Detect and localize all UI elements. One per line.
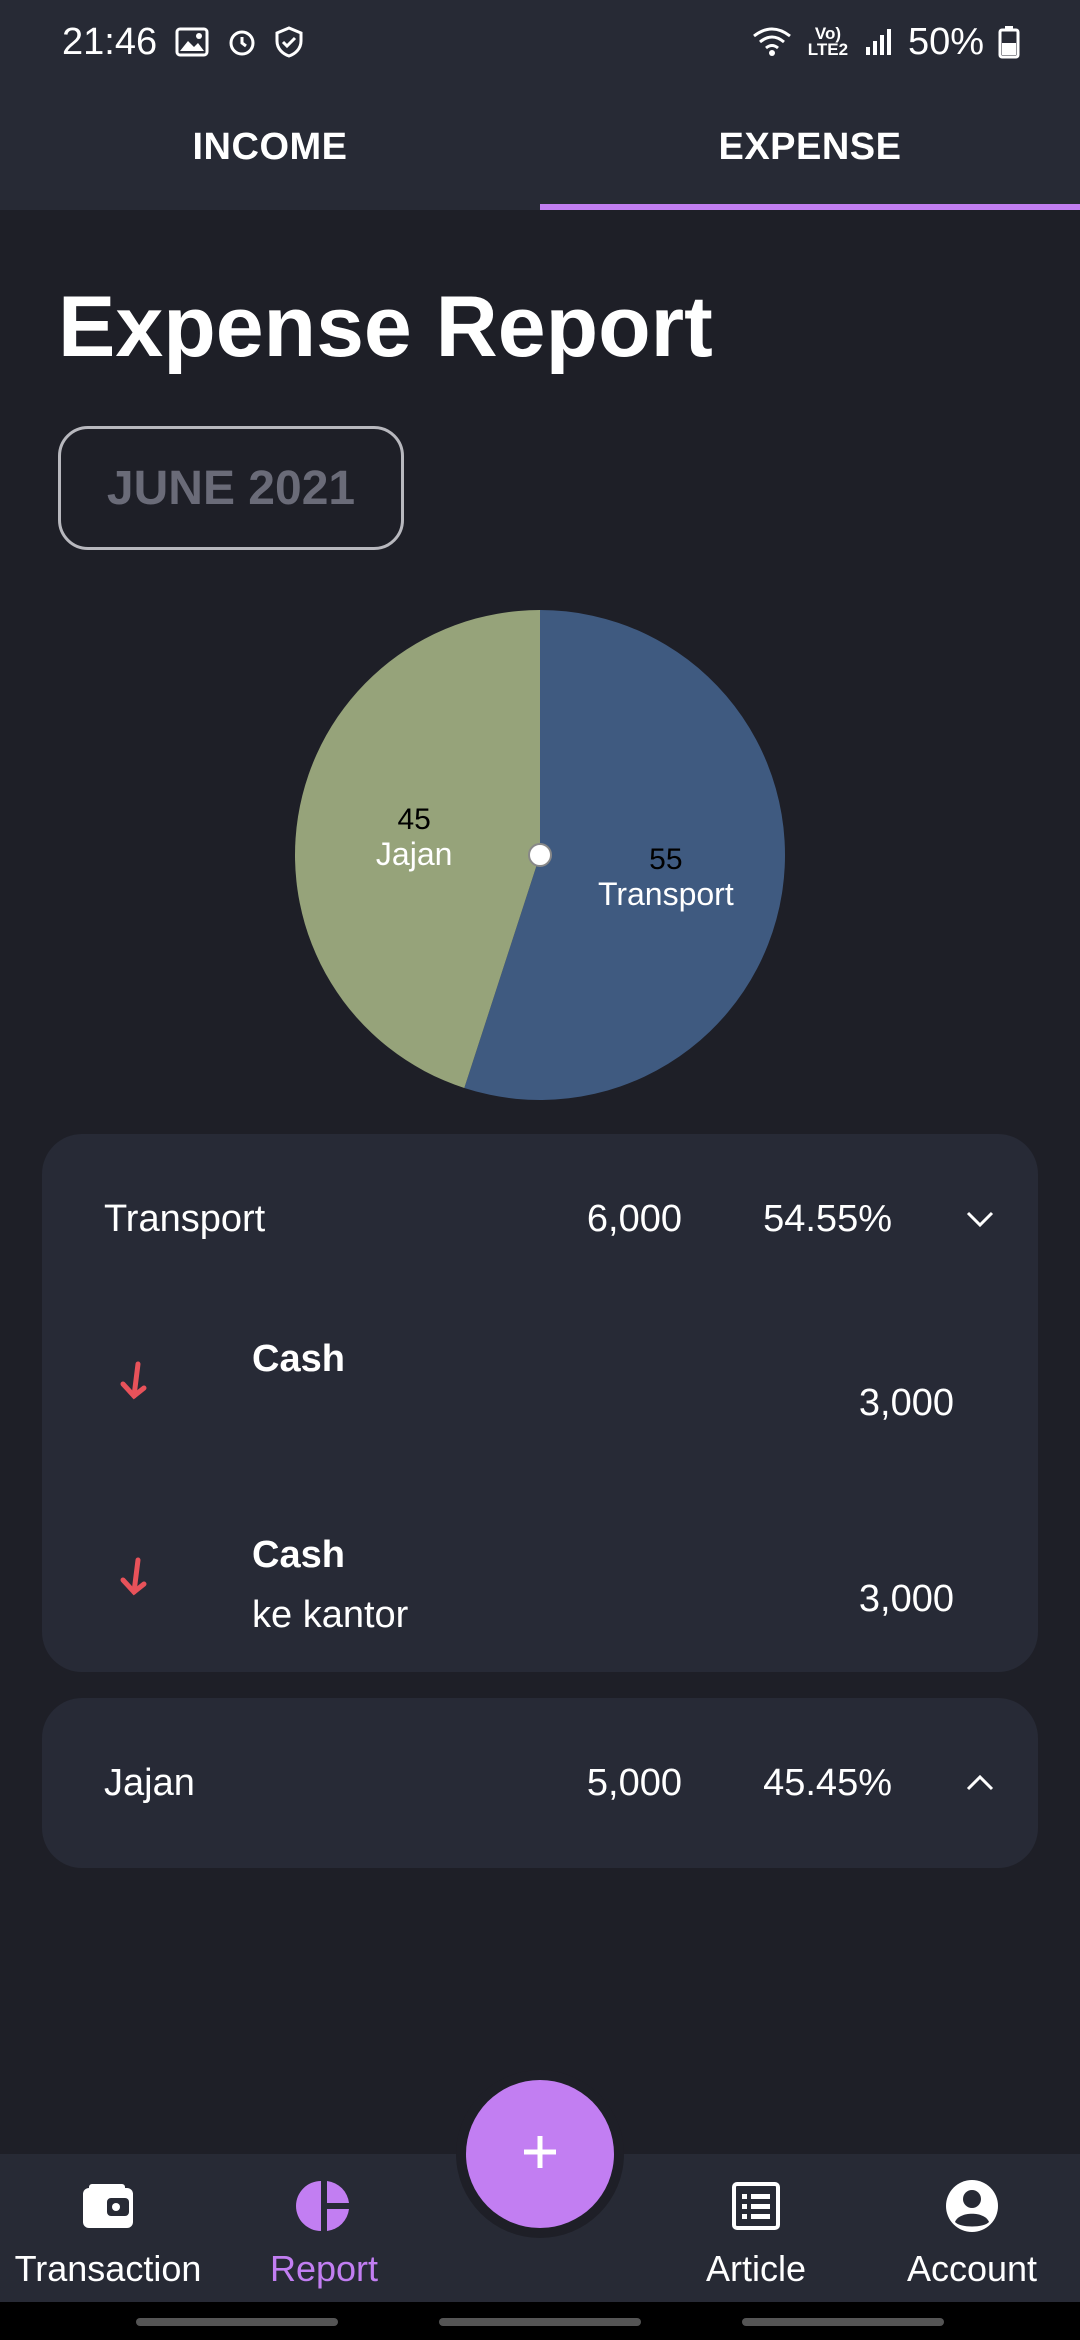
tab-income-label: INCOME <box>192 125 348 168</box>
pie-svg: 55Transport 45Jajan <box>295 610 786 1100</box>
page-title: Expense Report <box>58 279 713 375</box>
tab-expense-label: EXPENSE <box>718 125 902 168</box>
status-left: 21:46 <box>62 21 303 64</box>
transaction-row[interactable]: Cash ke kantor 3,000 <box>42 1498 1038 1668</box>
transaction-note: ke kantor <box>252 1594 409 1636</box>
expense-pie-chart[interactable]: 55 Transport 45 Jajan <box>280 590 800 1130</box>
tab-expense[interactable]: EXPENSE <box>540 84 1080 210</box>
battery-percent: 50% <box>907 20 984 63</box>
nav-report[interactable]: Report <box>216 2154 432 2302</box>
transaction-title: Cash <box>252 1338 345 1380</box>
category-header-transport[interactable]: Transport 6,000 54.55% <box>42 1134 1038 1304</box>
tab-income[interactable]: INCOME <box>0 84 540 210</box>
nav-transaction[interactable]: Transaction <box>0 2154 216 2302</box>
transaction-row[interactable]: Cash 3,000 <box>42 1302 1038 1472</box>
nav-report-label: Report <box>269 2248 379 2289</box>
month-label: JUNE 2021 <box>106 461 356 515</box>
nav-account-label: Account <box>906 2248 1038 2289</box>
category-name: Transport <box>104 1197 266 1240</box>
pie-value-label: 45 <box>397 803 430 836</box>
pie-category-label: Transport <box>598 876 734 912</box>
category-amount: 5,000 <box>586 1761 682 1804</box>
chevron-down-icon[interactable] <box>960 1199 1000 1239</box>
category-percent: 54.55% <box>763 1197 892 1240</box>
wallet-icon <box>78 2176 138 2236</box>
chevron-up-icon[interactable] <box>960 1763 1000 1803</box>
transaction-title: Cash <box>252 1534 345 1576</box>
category-percent: 45.45% <box>763 1761 892 1804</box>
transaction-amount: 3,000 <box>858 1578 954 1620</box>
pie-value-label: 55 <box>649 843 682 876</box>
nav-article-label: Article <box>705 2248 807 2289</box>
shield-icon <box>275 26 303 58</box>
arrow-down-icon <box>118 1556 148 1603</box>
article-icon <box>726 2176 786 2236</box>
report-tabs: INCOME EXPENSE <box>0 84 1080 210</box>
category-card-transport: Transport 6,000 54.55% Cash 3,000 Cash k… <box>42 1134 1038 1672</box>
plus-icon <box>520 2132 560 2177</box>
nav-account[interactable]: Account <box>864 2154 1080 2302</box>
category-card-jajan: Jajan 5,000 45.45% <box>42 1698 1038 1868</box>
status-right: Vo) LTE2 50% <box>752 21 1020 64</box>
system-nav-home[interactable] <box>439 2318 641 2326</box>
pie-category-label: Jajan <box>376 836 453 872</box>
status-bar: 21:46 Vo) LTE2 50% <box>0 0 1080 84</box>
system-navigation-bar <box>0 2302 1080 2340</box>
pie-chart-icon <box>294 2176 354 2236</box>
battery-icon <box>998 25 1020 59</box>
alarm-icon <box>227 27 257 57</box>
gallery-icon <box>175 27 209 57</box>
signal-icon <box>864 27 894 57</box>
category-name: Jajan <box>104 1761 195 1804</box>
wifi-icon <box>752 26 792 58</box>
pie-center-dot <box>528 843 552 867</box>
system-nav-recents[interactable] <box>136 2318 338 2326</box>
arrow-down-icon <box>118 1360 148 1407</box>
category-header-jajan[interactable]: Jajan 5,000 45.45% <box>42 1698 1038 1868</box>
network-type-label: Vo) LTE2 <box>807 24 849 59</box>
month-selector[interactable]: JUNE 2021 <box>58 426 404 550</box>
status-time: 21:46 <box>62 20 158 63</box>
system-nav-back[interactable] <box>742 2318 944 2326</box>
transaction-amount: 3,000 <box>858 1382 954 1424</box>
nav-transaction-label: Transaction <box>14 2248 202 2289</box>
category-amount: 6,000 <box>586 1197 682 1240</box>
nav-article[interactable]: Article <box>648 2154 864 2302</box>
account-icon <box>942 2176 1002 2236</box>
add-transaction-button[interactable] <box>466 2080 614 2228</box>
